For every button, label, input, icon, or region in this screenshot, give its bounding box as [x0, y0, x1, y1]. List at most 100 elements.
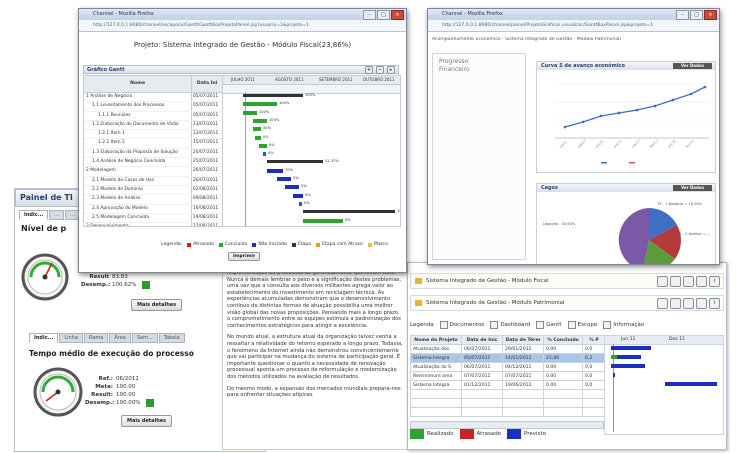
table-row[interactable]: Sistema Integra 01/12/2011 19/06/2012 0.00 0… [410, 380, 606, 390]
project-list-item[interactable]: Sistema Integrado de Gestão - Módulo Pat… [410, 295, 724, 311]
gantt-bar[interactable] [243, 110, 257, 115]
gantt-bar[interactable] [303, 218, 343, 223]
indicator-tab[interactable]: Indic... [19, 210, 49, 220]
gantt-bar[interactable] [259, 143, 267, 148]
gantt-bar[interactable] [243, 102, 277, 107]
maximize-button[interactable]: □ [377, 10, 390, 20]
table-cell: Sistema Integra [410, 353, 462, 363]
calendar-icon[interactable] [683, 297, 694, 309]
toolbar-item[interactable]: Legenda [410, 322, 434, 328]
gantt-task-row[interactable]: 2.4 Aprovação do Modelo 16/08/2011 [84, 204, 222, 214]
address-bar[interactable]: http://127.0.0.1:8080/channel/escapo/ui/… [79, 20, 406, 32]
folder-icon[interactable] [657, 275, 668, 287]
zoom-in-icon[interactable]: + [365, 66, 373, 74]
indicator-tab[interactable]: Indic... [29, 333, 59, 343]
table-row[interactable]: Sistema Integra 05/07/2011 14/01/2012 21,86… [410, 353, 606, 363]
indicator-tab[interactable]: Área [109, 333, 131, 343]
toolbar-item[interactable]: Documentos [439, 320, 484, 329]
document-icon[interactable] [670, 275, 681, 287]
folder-icon[interactable] [657, 297, 668, 309]
gantt-header-label: Gráfico Gantt [87, 67, 125, 73]
gantt-task-date: 15/07/2011 [190, 139, 222, 148]
table-cell: 0,0 [582, 344, 606, 354]
expand-icon[interactable]: ▸ [387, 66, 395, 74]
gantt-task-row[interactable]: 1.2.2 Item 2 15/07/2011 [84, 139, 222, 149]
table-row[interactable]: Atualização dos 06/07/2011 29/01/2012 0.00 0… [410, 344, 606, 354]
calendar-icon[interactable] [683, 275, 694, 287]
more-details-button-1[interactable]: Mais detalhes [131, 299, 183, 311]
maximize-button[interactable]: □ [690, 10, 703, 20]
view-data-button[interactable]: Ver Dados [673, 63, 712, 69]
column-header[interactable]: Data de Térm [502, 335, 544, 345]
indicator-tab[interactable]: ... [49, 210, 65, 220]
gantt-bar[interactable] [255, 135, 261, 140]
column-header[interactable]: % P [582, 335, 606, 345]
side-item-progress[interactable]: Progresso [439, 58, 519, 65]
chart-icon[interactable] [696, 297, 707, 309]
chart-icon[interactable] [696, 275, 707, 287]
status-indicator [146, 399, 155, 407]
toolbar-item[interactable]: Gantt [536, 320, 562, 329]
gantt-bar[interactable] [267, 168, 283, 173]
gantt-bar[interactable] [253, 118, 267, 123]
gantt-bar[interactable] [299, 201, 302, 206]
gantt-bar-label: 100% [259, 109, 270, 114]
project-list-item[interactable]: Sistema Integrado de Gestão - Módulo Fis… [410, 273, 724, 289]
side-item-financial[interactable]: Financeiro [439, 66, 519, 73]
gantt-bar[interactable] [285, 185, 299, 190]
toolbar-item[interactable]: Escopo [567, 320, 597, 329]
print-button[interactable]: Imprimir [228, 252, 261, 261]
gantt-bar-label: 100% [305, 93, 316, 97]
gantt-task-row[interactable]: 1.3 Elaboração da Proposta de Solução 20/… [84, 148, 222, 159]
close-button[interactable]: × [704, 10, 717, 20]
document-icon[interactable] [670, 297, 681, 309]
toolbar-item[interactable]: Dashboard [490, 320, 530, 329]
toolbar-item[interactable]: Informação [603, 320, 644, 329]
gantt-bar[interactable] [293, 193, 303, 198]
table-cell: 0,0 [582, 380, 606, 390]
gantt-task-row[interactable]: 1.1 Levantamento dos Processos 05/07/2011 [84, 102, 222, 112]
column-header[interactable]: % Concluído [543, 335, 583, 345]
gantt-bar[interactable] [277, 177, 291, 181]
svg-text:set/11: set/11 [595, 139, 605, 149]
view-data-button[interactable]: Ver Dados [673, 185, 712, 191]
column-header[interactable]: Data de Iníc [461, 335, 503, 345]
gantt-bar[interactable] [267, 160, 323, 164]
indicator-tab[interactable]: Sem... [131, 333, 158, 343]
pie-label: 75 - 2 Análise = ... [677, 232, 711, 236]
scrollbar[interactable] [410, 421, 604, 429]
info-icon[interactable]: i [709, 275, 720, 287]
indicator-tab[interactable]: Rama [83, 333, 109, 343]
gantt-task-row[interactable]: 1.2 Elaboração do Documento de Visão 13/0… [84, 120, 222, 131]
gantt-bar[interactable] [253, 127, 261, 132]
gantt-task-row[interactable]: 2.3 Modelo de Análise 09/08/2011 [84, 195, 222, 205]
gantt-task-row[interactable]: 1 Análise de Negócio 05/07/2011 [84, 93, 222, 103]
gantt-task-row[interactable]: 3 Desenvolvimento 22/08/2011 [84, 223, 222, 226]
gantt-bar[interactable] [303, 210, 395, 214]
zoom-out-icon[interactable]: − [376, 66, 384, 74]
minimize-button[interactable]: – [676, 10, 689, 20]
minimize-button[interactable]: – [363, 10, 376, 20]
indicator-tab[interactable]: Tabela [158, 333, 185, 343]
info-icon[interactable]: i [709, 297, 720, 309]
close-button[interactable]: × [391, 10, 404, 20]
more-details-button-2[interactable]: Mais detalhes [121, 415, 173, 427]
address-bar[interactable]: http://127.0.0.1:8080/channel/painel/Pro… [428, 20, 719, 32]
gauge-widget-1 [21, 253, 69, 301]
gantt-task-date: 16/08/2011 [190, 204, 222, 213]
column-header[interactable]: Nome do Projeto [410, 335, 462, 345]
gantt-bar[interactable] [263, 152, 266, 157]
gantt-task-row[interactable]: 2.1 Modelo de Casos de Uso 26/07/2011 [84, 176, 222, 186]
gantt-task-row[interactable]: 2.2 Modelo de Domínio 02/08/2011 [84, 185, 222, 196]
gantt-task-row[interactable]: 1.2.1 Item 1 13/07/2011 [84, 130, 222, 140]
gantt-task-row[interactable]: 1.1.1 Reuniões 05/07/2011 [84, 111, 222, 121]
table-row[interactable]: Reminimum area 07/07/2011 07/07/2011 0.00 0,… [410, 371, 606, 381]
table-row[interactable]: Atualização do S 06/07/2011 04/12/2011 0.00… [410, 362, 606, 372]
legend-label: Etapa com Atraso [322, 242, 363, 247]
legend-swatch [410, 429, 424, 439]
gantt-task-row[interactable]: 2 Modelagem 26/07/2011 [84, 167, 222, 177]
gantt-task-row[interactable]: 2.5 Modelagem Concluída 19/08/2011 [84, 213, 222, 224]
gantt-task-row[interactable]: 1.4 Análise de Negócio Concluída 25/07/20… [84, 158, 222, 168]
gantt-bar[interactable] [243, 94, 303, 97]
indicator-tab[interactable]: Linha [59, 333, 83, 343]
